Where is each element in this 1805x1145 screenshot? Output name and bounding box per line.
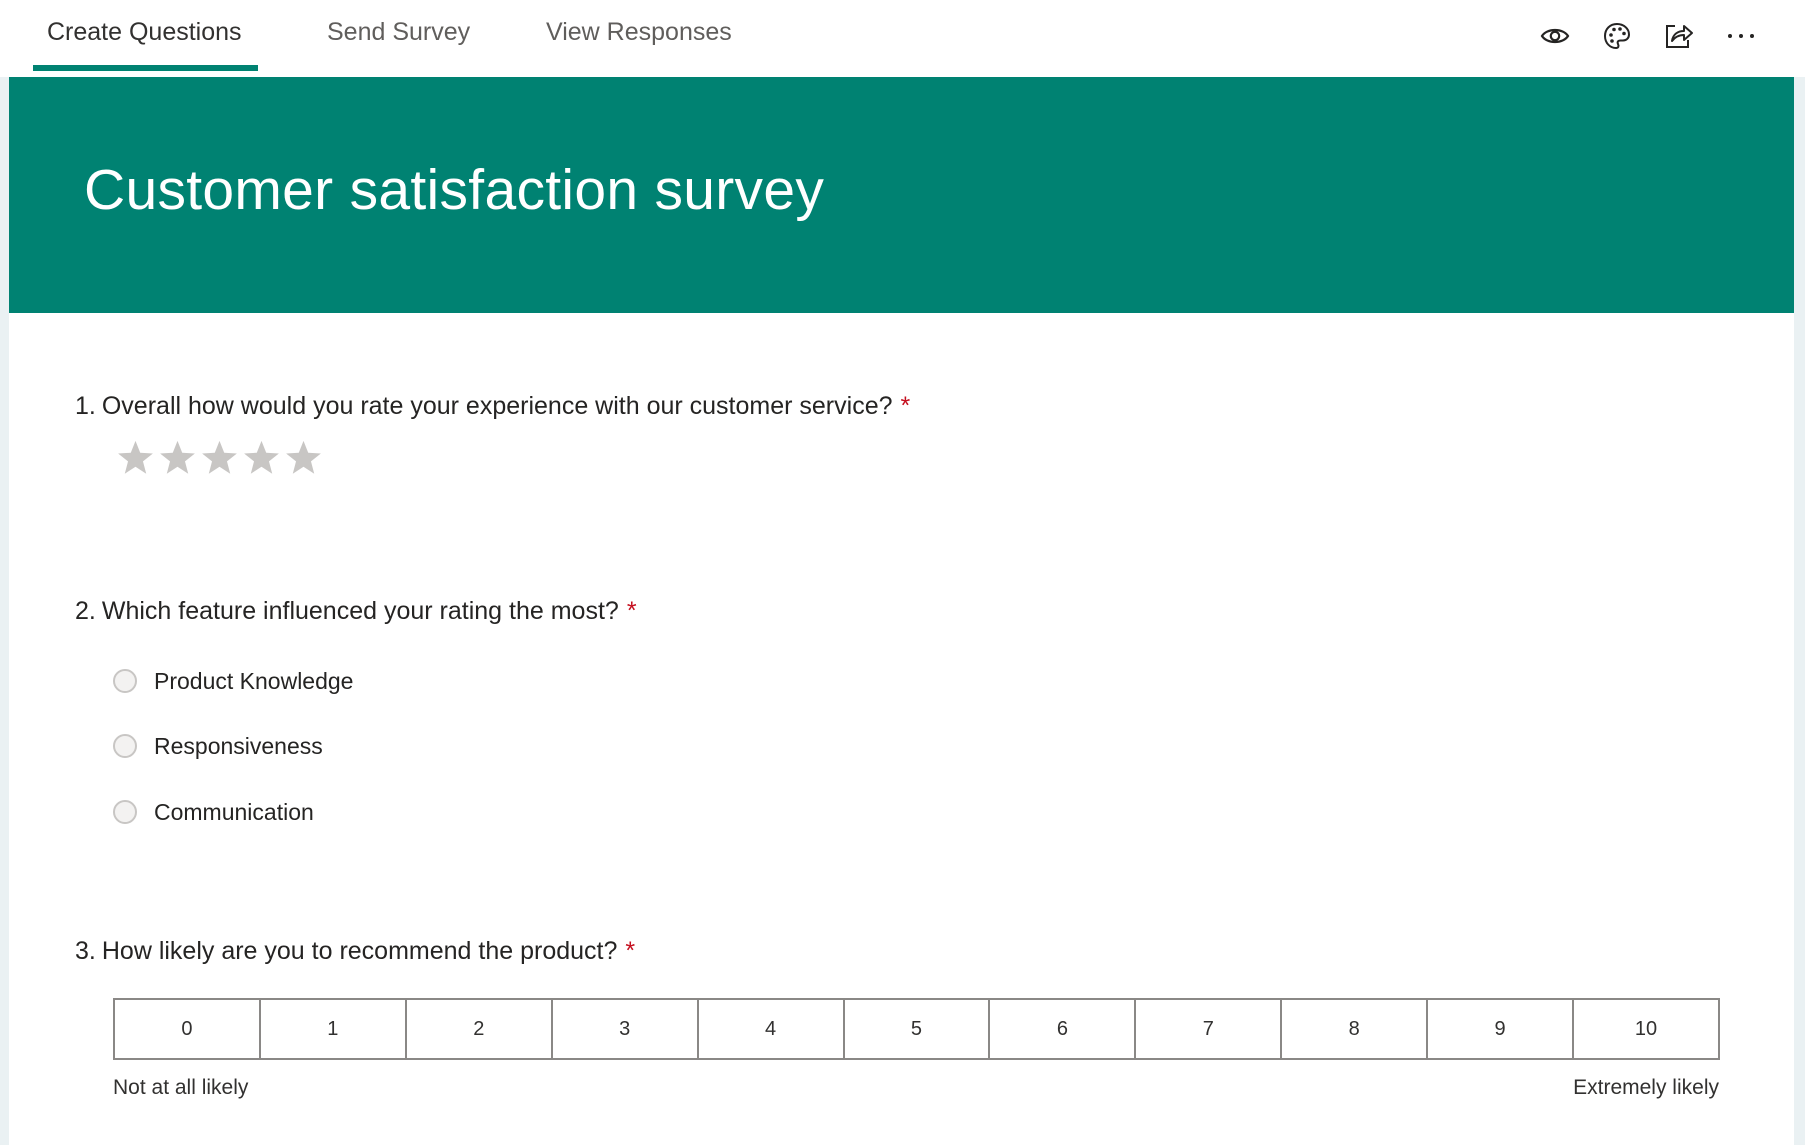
eye-icon[interactable] — [1537, 18, 1573, 54]
share-icon[interactable] — [1661, 18, 1697, 54]
nps-scale: 0 1 2 3 4 5 6 7 8 9 10 — [113, 998, 1720, 1060]
required-marker: * — [626, 597, 637, 625]
question-3-title: 3. How likely are you to recommend the pr… — [75, 937, 635, 966]
nps-option-3[interactable]: 3 — [553, 1000, 699, 1058]
tab-send-survey[interactable]: Send Survey — [327, 0, 470, 71]
nps-option-2[interactable]: 2 — [407, 1000, 553, 1058]
question-1-title: 1. Overall how would you rate your experi… — [75, 392, 910, 421]
palette-icon[interactable] — [1599, 18, 1635, 54]
form-title[interactable]: Customer satisfaction survey — [84, 157, 824, 223]
tab-create-questions[interactable]: Create Questions — [47, 0, 242, 71]
choice-label: Responsiveness — [154, 732, 323, 759]
question-text: How likely are you to recommend the prod… — [101, 937, 618, 965]
question-number: 3. — [75, 937, 96, 965]
nps-option-8[interactable]: 8 — [1282, 1000, 1429, 1058]
question-text: Which feature influenced your rating the… — [101, 597, 619, 625]
radio-button[interactable] — [113, 734, 137, 758]
question-number: 2. — [75, 597, 96, 625]
nps-option-0[interactable]: 0 — [115, 1000, 261, 1058]
tab-view-responses[interactable]: View Responses — [546, 0, 732, 71]
choice-label: Communication — [154, 798, 314, 825]
choice-product-knowledge[interactable]: Product Knowledge — [113, 666, 353, 696]
nps-low-label: Not at all likely — [113, 1076, 249, 1099]
nps-option-10[interactable]: 10 — [1574, 1000, 1718, 1058]
radio-button[interactable] — [113, 669, 137, 693]
star-rating — [116, 438, 323, 477]
nps-option-5[interactable]: 5 — [845, 1000, 991, 1058]
top-navigation-bar: Create Questions Send Survey View Respon… — [0, 0, 1805, 77]
nps-option-4[interactable]: 4 — [699, 1000, 845, 1058]
required-marker: * — [900, 392, 911, 420]
nps-option-7[interactable]: 7 — [1136, 1000, 1283, 1058]
question-number: 1. — [75, 392, 96, 420]
radio-button[interactable] — [113, 800, 137, 824]
star-icon[interactable] — [116, 438, 155, 477]
choice-label: Product Knowledge — [154, 667, 354, 694]
required-marker: * — [625, 937, 636, 965]
nps-option-6[interactable]: 6 — [990, 1000, 1137, 1058]
choice-communication[interactable]: Communication — [113, 797, 314, 827]
more-icon[interactable] — [1723, 18, 1759, 54]
star-icon[interactable] — [284, 438, 323, 477]
nps-high-label: Extremely likely — [1573, 1076, 1719, 1099]
star-icon[interactable] — [158, 438, 197, 477]
question-2-title: 2. Which feature influenced your rating t… — [75, 597, 637, 626]
form-header-banner: Customer satisfaction survey — [9, 77, 1794, 313]
question-text: Overall how would you rate your experien… — [101, 392, 893, 420]
active-tab-indicator — [33, 65, 258, 71]
nps-option-1[interactable]: 1 — [261, 1000, 407, 1058]
nps-option-9[interactable]: 9 — [1428, 1000, 1575, 1058]
star-icon[interactable] — [200, 438, 239, 477]
choice-responsiveness[interactable]: Responsiveness — [113, 731, 323, 761]
star-icon[interactable] — [242, 438, 281, 477]
